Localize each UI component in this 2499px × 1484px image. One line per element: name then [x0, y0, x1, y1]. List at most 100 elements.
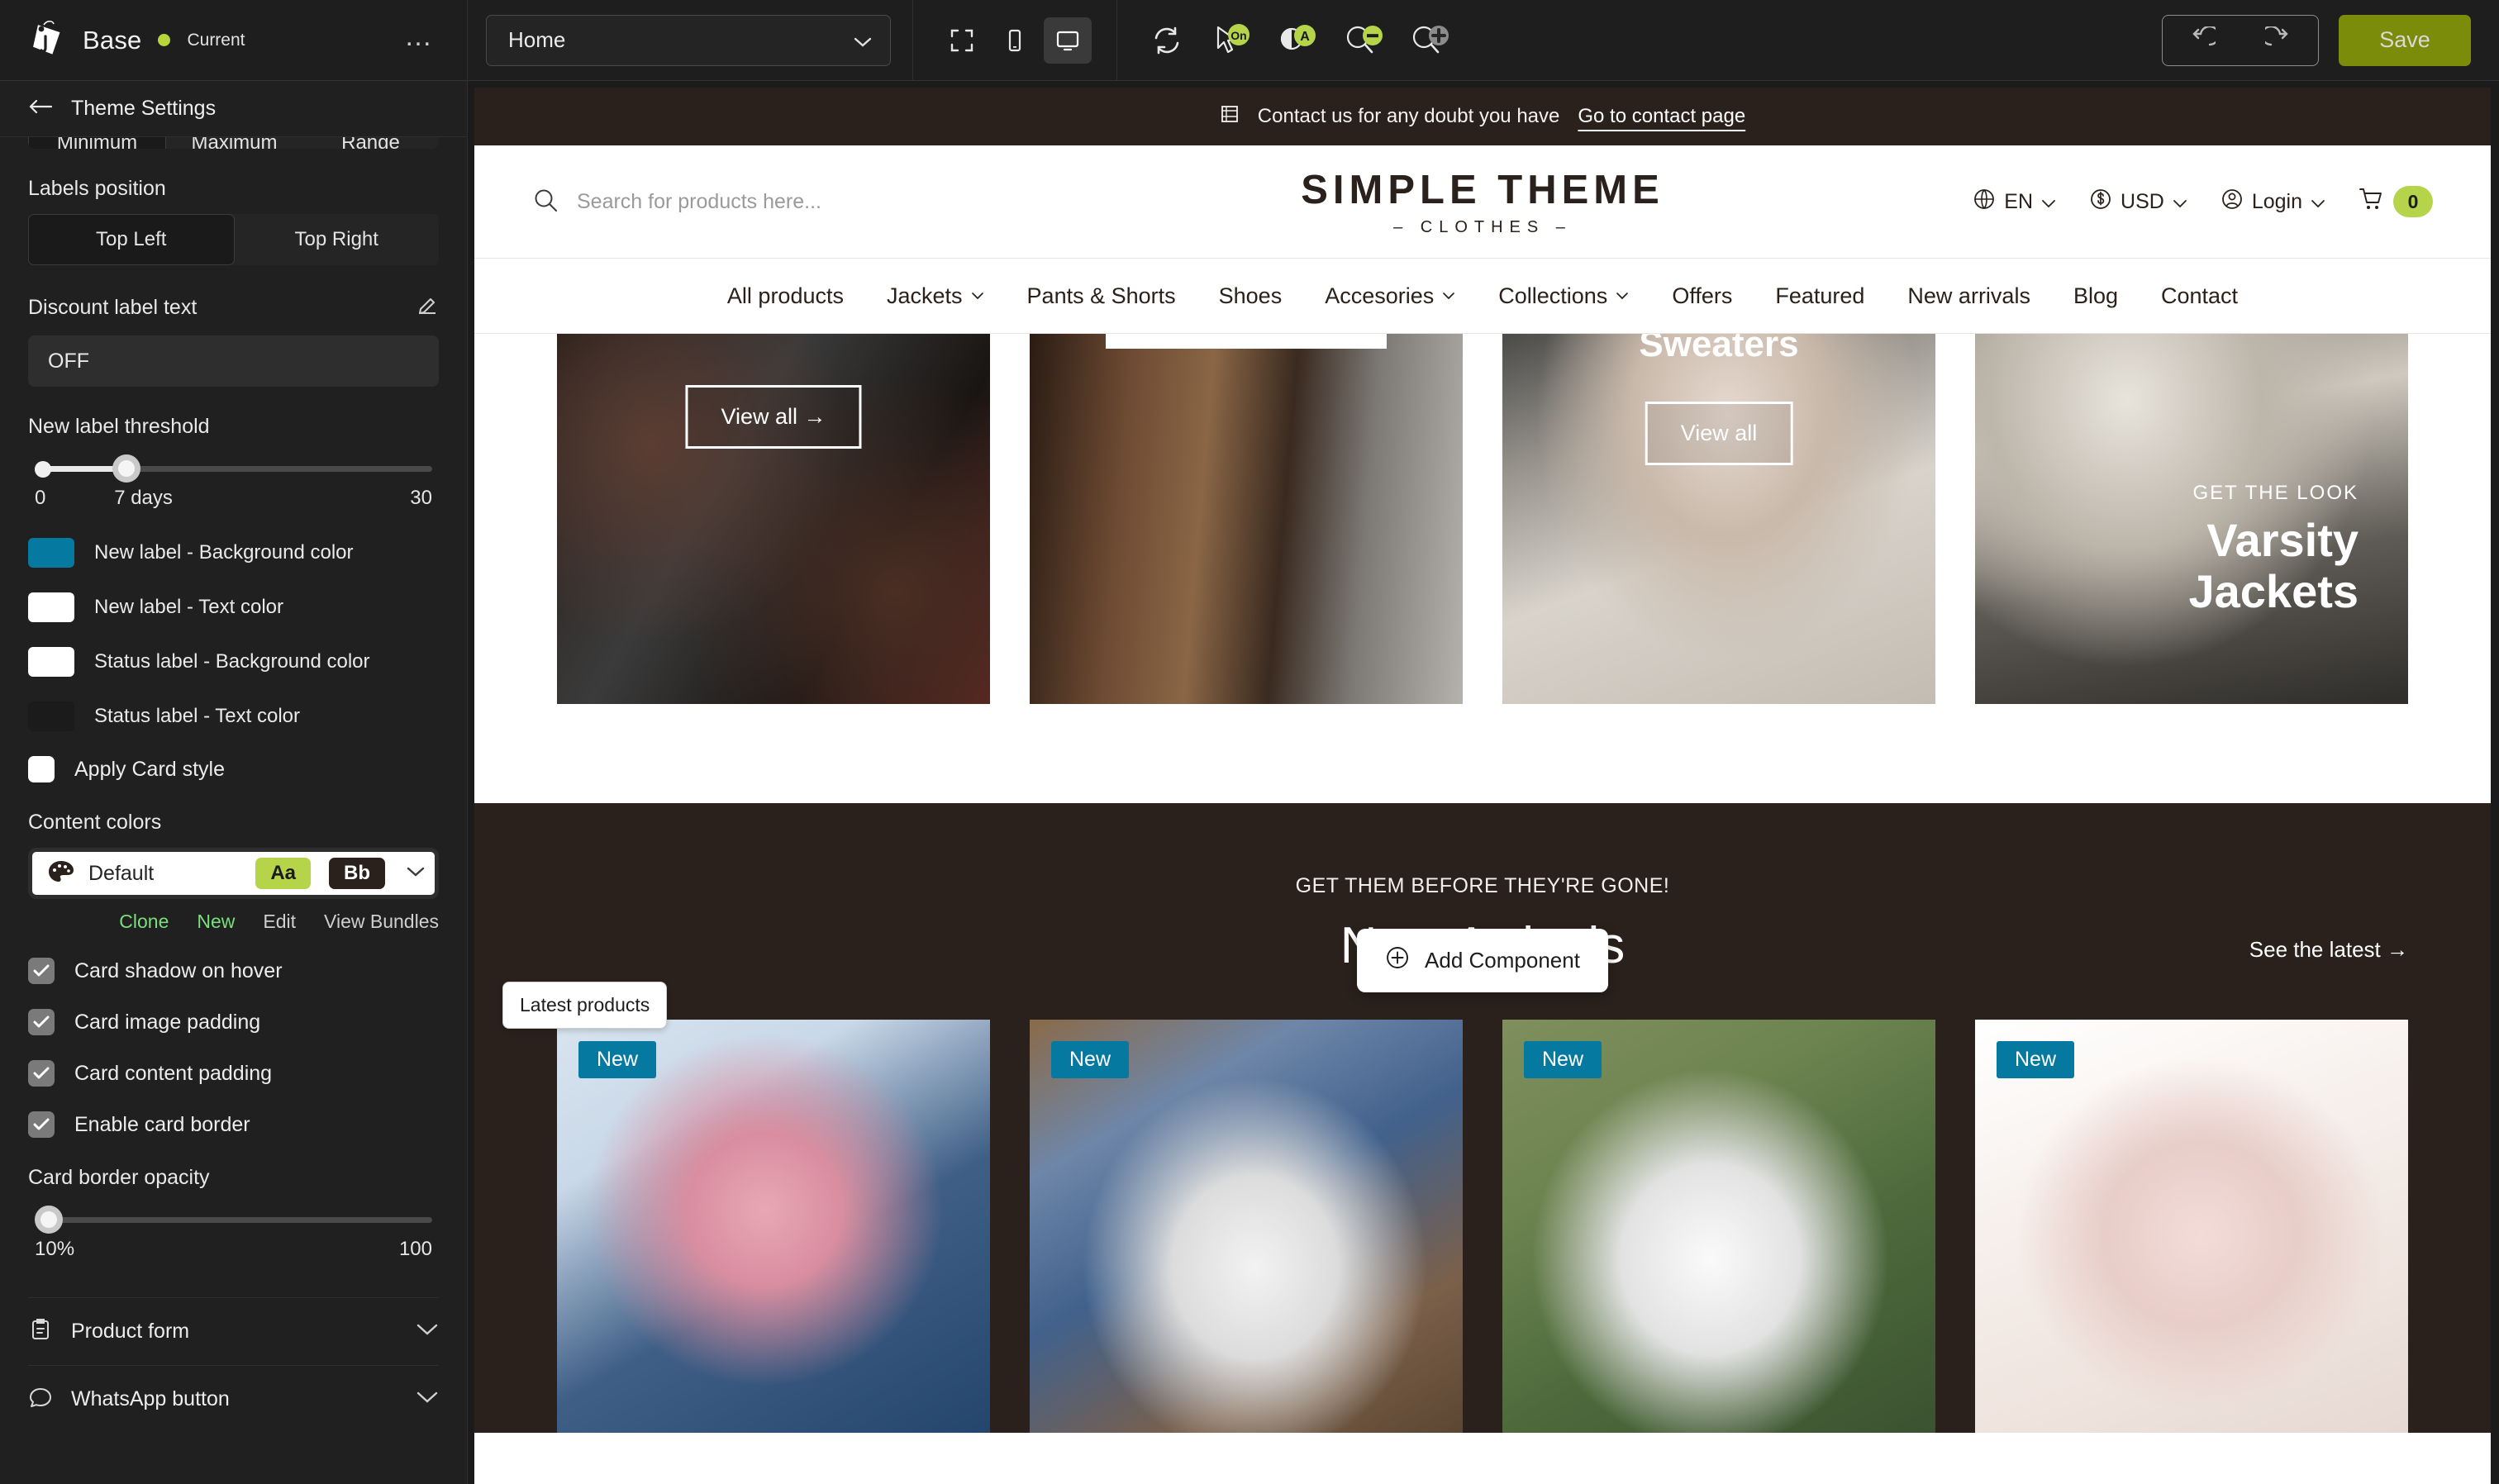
edit-icon[interactable] [416, 293, 439, 322]
checkbox-apply-card-style[interactable] [28, 756, 55, 782]
checkbox-card-shadow-on-hover[interactable] [28, 958, 55, 984]
chevron-down-icon [416, 1391, 439, 1408]
segment-maximum[interactable]: Maximum [166, 137, 302, 149]
slider-knob[interactable] [112, 454, 140, 483]
page-selector-value: Home [508, 27, 566, 52]
collection-title-line2: Jackets [2188, 565, 2359, 618]
product-card[interactable]: New [1502, 1020, 1935, 1433]
login-label: Login [2251, 189, 2302, 213]
save-button[interactable]: Save [2339, 14, 2471, 66]
cut-segment-control[interactable]: Minimum Maximum Range [28, 137, 439, 149]
nav-item-featured[interactable]: Featured [1775, 283, 1864, 309]
color-row-status-label-text[interactable]: Status label - Text color [28, 702, 439, 731]
labels-position-top-left[interactable]: Top Left [28, 214, 235, 265]
new-label-threshold-slider[interactable]: 0 7 days 30 [28, 452, 439, 513]
currency-selector[interactable]: USD [2089, 188, 2187, 216]
language-selector[interactable]: EN [1973, 188, 2056, 216]
contrast-toggle-button[interactable]: A [1278, 19, 1321, 62]
checkbox-card-image-padding[interactable] [28, 1009, 55, 1035]
chevron-down-icon [398, 866, 425, 881]
section-tag-chip[interactable]: Latest products [502, 982, 668, 1029]
storefront-logo[interactable]: SIMPLE THEME – CLOTHES – [1045, 167, 1921, 237]
product-new-badge: New [1524, 1041, 1602, 1078]
zoom-in-button[interactable] [1410, 19, 1453, 62]
collection-card-jackets[interactable]: View all → [557, 334, 990, 704]
collection-card-sweaters[interactable]: Sweaters View all [1502, 334, 1935, 704]
collection-view-all-button[interactable]: View all [1645, 402, 1793, 465]
discount-label-text-input[interactable] [28, 335, 439, 387]
accordion-product-form[interactable]: Product form [28, 1297, 439, 1365]
product-card[interactable]: New [1030, 1020, 1463, 1433]
nav-item-blog[interactable]: Blog [2073, 283, 2118, 309]
content-colors-edit-link[interactable]: Edit [263, 911, 296, 933]
checkbox-card-content-padding[interactable] [28, 1060, 55, 1087]
nav-item-new-arrivals[interactable]: New arrivals [1907, 283, 2030, 309]
back-arrow-icon[interactable] [28, 98, 53, 119]
checkbox-enable-card-border[interactable] [28, 1111, 55, 1138]
checkbox-row-card-shadow-on-hover[interactable]: Card shadow on hover [28, 958, 439, 984]
nav-item-collections[interactable]: Collections [1498, 283, 1629, 309]
collection-card-varsity[interactable]: GET THE LOOK Varsity Jackets [1975, 334, 2408, 704]
topbar-right: Save [2162, 14, 2499, 66]
site-preview-pane: Contact us for any doubt you have Go to … [468, 81, 2499, 1484]
segment-range[interactable]: Range [302, 137, 439, 149]
card-border-opacity-slider[interactable]: 10% 100 [28, 1203, 439, 1264]
content-colors-view-bundles-link[interactable]: View Bundles [324, 911, 439, 933]
opacity-knob[interactable] [35, 1206, 63, 1234]
accordion-label-product-form: Product form [71, 1320, 190, 1343]
checkbox-row-enable-card-border[interactable]: Enable card border [28, 1111, 439, 1138]
product-card[interactable]: New [1975, 1020, 2408, 1433]
sidebar-scroll-area[interactable]: Minimum Maximum Range Labels position To… [0, 137, 467, 1484]
nav-item-jackets[interactable]: Jackets [887, 283, 984, 309]
collection-card-hair[interactable] [1030, 334, 1463, 704]
labels-position-top-right[interactable]: Top Right [234, 214, 439, 265]
viewport-fullscreen-button[interactable] [938, 17, 986, 64]
swatch-status-label-text[interactable] [28, 702, 74, 731]
product-image [1502, 1020, 1935, 1433]
nav-item-pants-shorts[interactable]: Pants & Shorts [1027, 283, 1176, 309]
refresh-preview-button[interactable] [1145, 19, 1188, 62]
nav-item-all-products[interactable]: All products [727, 283, 844, 309]
login-menu[interactable]: Login [2221, 188, 2325, 216]
page-selector[interactable]: Home [486, 14, 891, 66]
accordion-whatsapp-button[interactable]: WhatsApp button [28, 1365, 439, 1433]
fullscreen-icon [950, 29, 973, 51]
redo-button[interactable] [2240, 16, 2318, 65]
nav-item-shoes[interactable]: Shoes [1219, 283, 1283, 309]
announcement-link[interactable]: Go to contact page [1578, 105, 1745, 128]
segment-minimum[interactable]: Minimum [28, 137, 166, 149]
content-colors-new-link[interactable]: New [197, 911, 235, 933]
nav-label: Contact [2161, 283, 2239, 308]
content-colors-select[interactable]: Default Aa Bb [28, 848, 439, 899]
theme-editor-app: Base Current … Home On A Save Theme Sett… [0, 0, 2499, 1484]
color-row-status-label-bg[interactable]: Status label - Background color [28, 647, 439, 677]
undo-button[interactable] [2163, 16, 2240, 65]
content-colors-clone-link[interactable]: Clone [119, 911, 169, 933]
swatch-new-label-background[interactable] [28, 538, 74, 568]
cart-button[interactable]: 0 [2359, 186, 2433, 217]
nav-item-offers[interactable]: Offers [1672, 283, 1732, 309]
checkbox-row-apply-card-style[interactable]: Apply Card style [28, 756, 439, 782]
swatch-new-label-text[interactable] [28, 592, 74, 622]
see-the-latest-link[interactable]: See the latest → [2249, 937, 2408, 963]
color-row-new-label-text[interactable]: New label - Text color [28, 592, 439, 622]
svg-text:On: On [1230, 29, 1246, 42]
checkbox-row-card-image-padding[interactable]: Card image padding [28, 1009, 439, 1035]
swatch-status-label-background[interactable] [28, 647, 74, 677]
nav-item-contact[interactable]: Contact [2161, 283, 2238, 309]
zoom-out-button[interactable] [1344, 19, 1387, 62]
add-component-button[interactable]: Add Component [1357, 929, 1608, 992]
pointer-toggle-button[interactable]: On [1211, 19, 1254, 62]
viewport-mobile-button[interactable] [991, 17, 1039, 64]
color-row-new-label-bg[interactable]: New label - Background color [28, 538, 439, 568]
product-new-badge: New [1997, 1041, 2075, 1078]
search-input[interactable]: Search for products here... [532, 187, 1045, 217]
nav-item-accesories[interactable]: Accesories [1325, 283, 1455, 309]
product-image [1975, 1020, 2408, 1433]
labels-position-control[interactable]: Top Left Top Right [28, 214, 439, 265]
checkbox-row-card-content-padding[interactable]: Card content padding [28, 1060, 439, 1087]
viewport-desktop-button[interactable] [1044, 17, 1092, 64]
more-options-button[interactable]: … [396, 22, 442, 52]
product-card[interactable]: New [557, 1020, 990, 1433]
collection-view-all-button[interactable]: View all → [685, 385, 862, 449]
